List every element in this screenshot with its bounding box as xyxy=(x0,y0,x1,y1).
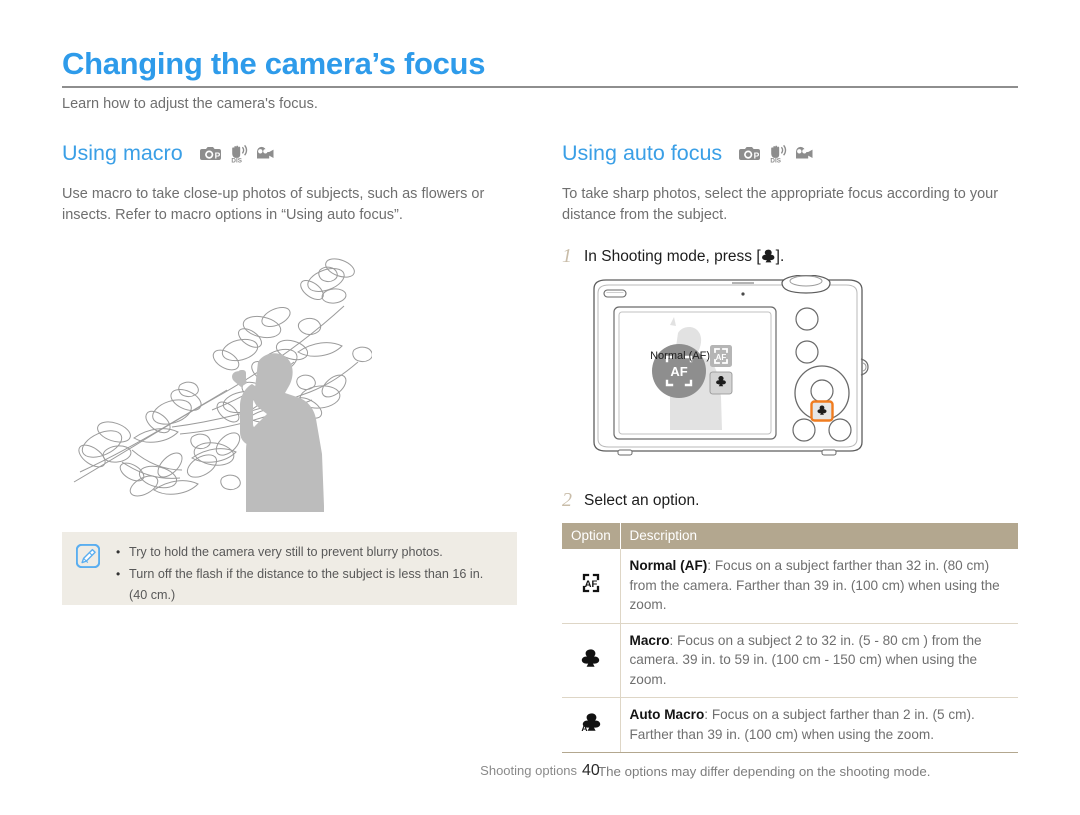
page-footer: Shooting options 40 xyxy=(0,762,1080,780)
tip-item-text: Turn off the flash if the distance to th… xyxy=(129,566,484,581)
program-camera-icon: P xyxy=(199,145,222,162)
column-header-description: Description xyxy=(620,523,1018,549)
svg-text:AF: AF xyxy=(584,579,597,590)
note-pen-icon xyxy=(75,543,101,573)
svg-text:AF: AF xyxy=(716,353,727,362)
option-term: Macro xyxy=(629,632,670,648)
table-row: Macro: Focus on a subject 2 to 32 in. (5… xyxy=(562,623,1018,698)
program-camera-icon: P xyxy=(739,145,761,162)
option-term: Normal (AF) xyxy=(629,558,708,573)
mode-icon-group-right: P DIS xyxy=(739,144,818,164)
step-2-text: Select an option. xyxy=(584,492,700,509)
page-subtitle: Learn how to adjust the camera's focus. xyxy=(62,96,318,112)
table-cell-description: Normal (AF): Focus on a subject farther … xyxy=(620,549,1018,624)
table-row: A Auto Macro: Focus on a subject farther… xyxy=(562,697,1018,753)
step-1-text: In Shooting mode, press []. xyxy=(584,246,784,267)
option-term: Auto Macro xyxy=(629,707,705,722)
left-body-text: Use macro to take close-up photos of sub… xyxy=(62,186,485,223)
movie-camera-icon xyxy=(795,146,818,161)
table-cell-description: Auto Macro: Focus on a subject farther t… xyxy=(620,697,1018,753)
step-1: 1 In Shooting mode, press []. xyxy=(562,246,1020,267)
movie-camera-icon xyxy=(256,146,279,161)
compact-digital-camera-back-illustration: AF Normal (AF) AF xyxy=(582,274,1020,470)
dis-hand-icon: DIS xyxy=(768,144,788,164)
step-1-text-after: ]. xyxy=(775,248,785,265)
tip-note-box: • Try to hold the camera very still to p… xyxy=(62,532,517,605)
heading-using-auto-focus: Using auto focus xyxy=(562,140,723,165)
macro-flower-icon xyxy=(761,249,776,263)
focus-options-table: Option Description AF Normal (AF): Focus… xyxy=(562,523,1018,753)
dis-hand-icon: DIS xyxy=(229,144,249,164)
page-number: 40 xyxy=(582,762,600,779)
tip-item: • Try to hold the camera very still to p… xyxy=(116,543,483,562)
heading-using-macro: Using macro xyxy=(62,140,183,165)
right-body-text: To take sharp photos, select the appropr… xyxy=(562,186,999,223)
svg-text:A: A xyxy=(581,723,587,733)
bullet-icon: • xyxy=(116,566,121,581)
lcd-normal-af-label: Normal (AF) xyxy=(650,350,710,362)
table-header-row: Option Description xyxy=(562,523,1018,549)
svg-text:DIS: DIS xyxy=(231,157,242,162)
column-header-option: Option xyxy=(562,523,621,549)
footer-label: Shooting options xyxy=(480,763,578,778)
step-2-number: 2 xyxy=(562,489,572,511)
macro-button-highlight xyxy=(810,400,834,422)
left-column: Using macro P DIS Use macro to take clos… xyxy=(62,138,527,226)
section-heading-using-auto-focus: Using auto focus P DIS xyxy=(562,138,1020,168)
option-description: : Focus on a subject 2 to 32 in. (5 - 80… xyxy=(629,632,982,687)
section-heading-using-macro: Using macro P DIS xyxy=(62,138,527,168)
tip-item-continuation: (40 cm.) xyxy=(129,588,176,602)
svg-text:DIS: DIS xyxy=(771,157,782,162)
svg-text:AF: AF xyxy=(670,364,687,379)
step-1-text-before: In Shooting mode, press [ xyxy=(584,248,761,265)
title-divider xyxy=(62,86,1018,88)
magnolia-branch-photographer-illustration xyxy=(62,222,373,530)
bullet-icon: • xyxy=(116,545,121,559)
macro-flower-icon xyxy=(562,623,621,698)
mode-icon-group-left: P DIS xyxy=(199,144,279,164)
manual-page: Changing the camera’s focus Learn how to… xyxy=(0,0,1080,815)
step-2: 2 Select an option. xyxy=(562,490,1020,511)
svg-text:P: P xyxy=(754,150,760,160)
af-bracket-icon: AF xyxy=(562,549,621,624)
table-cell-description: Macro: Focus on a subject 2 to 32 in. (5… xyxy=(620,623,1018,698)
page-title: Changing the camera’s focus xyxy=(62,46,486,81)
tip-list: • Try to hold the camera very still to p… xyxy=(116,543,483,604)
tip-item-text: Try to hold the camera very still to pre… xyxy=(129,545,443,559)
table-row: AF Normal (AF): Focus on a subject farth… xyxy=(562,549,1018,624)
auto-macro-flower-icon: A xyxy=(562,697,621,753)
svg-text:P: P xyxy=(214,150,220,160)
step-1-number: 1 xyxy=(562,245,572,267)
right-column: Using auto focus P DIS To take sharp pho… xyxy=(562,138,1020,779)
tip-item: • Turn off the flash if the distance to … xyxy=(116,565,483,584)
